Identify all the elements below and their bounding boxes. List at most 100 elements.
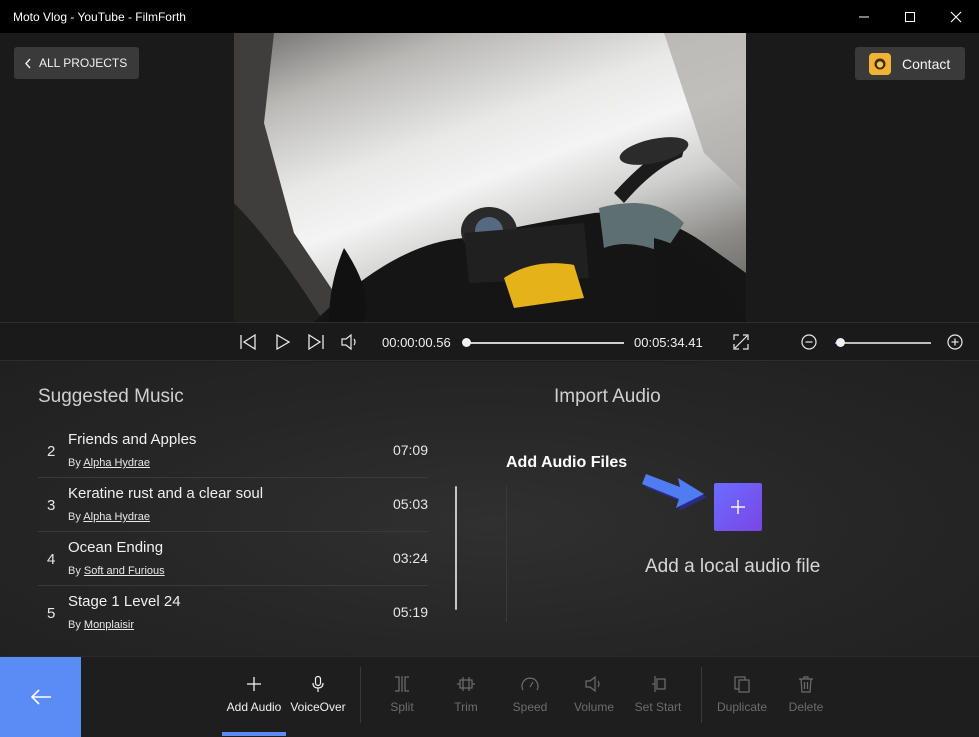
window-title: Moto Vlog - YouTube - FilmForth: [13, 9, 186, 24]
add-audio-files-callout: Add Audio Files: [506, 454, 628, 471]
contact-label: Contact: [902, 55, 951, 72]
split-label: Split: [390, 700, 414, 714]
volume-label: Volume: [573, 700, 615, 714]
track-number: 5: [47, 605, 56, 622]
add-local-audio-button[interactable]: [714, 483, 762, 531]
voiceover-button[interactable]: VoiceOver: [286, 675, 350, 714]
playback-controls: 00:00:00.56 00:05:34.41: [0, 322, 979, 361]
track-number: 3: [47, 497, 56, 514]
minimize-icon: [859, 16, 869, 17]
close-button[interactable]: [933, 0, 979, 33]
set-start-button[interactable]: Set Start: [626, 675, 690, 714]
volume-tool-button[interactable]: Volume: [562, 675, 626, 714]
volume-icon: [585, 675, 600, 693]
duplicate-label: Duplicate: [716, 700, 768, 714]
play-icon: [276, 333, 291, 351]
artist-link[interactable]: Soft and Furious: [84, 565, 165, 577]
seek-bar[interactable]: [466, 342, 624, 344]
track-artist-line: By Soft and Furious: [68, 565, 165, 577]
all-projects-button[interactable]: ALL PROJECTS: [14, 47, 140, 79]
active-tool-indicator: [222, 732, 286, 736]
skip-end-button[interactable]: [306, 332, 326, 352]
trash-icon: [799, 676, 813, 693]
delete-label: Delete: [788, 700, 824, 714]
music-track-item[interactable]: 2 Friends and Apples By Alpha Hydrae 07:…: [38, 424, 428, 478]
track-name: Friends and Apples: [68, 431, 197, 448]
duplicate-button[interactable]: Duplicate: [710, 675, 774, 714]
zoom-out-button[interactable]: [799, 332, 819, 352]
skip-end-icon: [308, 333, 324, 351]
duplicate-icon: [734, 676, 750, 693]
track-artist-line: By Alpha Hydrae: [68, 457, 150, 469]
skip-start-icon: [240, 333, 256, 351]
play-button[interactable]: [273, 332, 293, 352]
trim-label: Trim: [454, 700, 478, 714]
track-duration: 05:19: [392, 604, 428, 620]
close-icon: [950, 11, 962, 22]
contact-avatar-icon: [869, 52, 891, 75]
microphone-icon: [312, 675, 324, 692]
toolbar-separator: [701, 667, 702, 723]
split-icon: [395, 676, 409, 692]
set-start-icon: [652, 676, 666, 692]
current-time: 00:00:00.56: [382, 335, 451, 350]
skip-start-button[interactable]: [238, 332, 258, 352]
plus-icon: [731, 500, 745, 514]
music-track-item[interactable]: 4 Ocean Ending By Soft and Furious 03:24: [38, 532, 428, 586]
video-preview[interactable]: [234, 33, 746, 322]
add-audio-label: Add Audio: [226, 700, 282, 714]
speed-button[interactable]: Speed: [498, 675, 562, 714]
music-track-item[interactable]: 3 Keratine rust and a clear soul By Alph…: [38, 478, 428, 532]
track-name: Ocean Ending: [68, 539, 164, 556]
track-artist-line: By Alpha Hydrae: [68, 511, 150, 523]
contact-button[interactable]: Contact: [855, 47, 965, 80]
minimize-button[interactable]: [841, 0, 887, 33]
zoom-slider-handle[interactable]: [835, 338, 845, 347]
fullscreen-button[interactable]: [731, 332, 751, 352]
voiceover-label: VoiceOver: [290, 700, 346, 714]
split-button[interactable]: Split: [370, 675, 434, 714]
maximize-button[interactable]: [887, 0, 933, 33]
artist-link[interactable]: Monplaisir: [84, 619, 134, 631]
set-start-label: Set Start: [634, 700, 682, 714]
track-duration: 07:09: [392, 442, 428, 458]
zoom-slider[interactable]: [835, 342, 931, 344]
zoom-out-icon: [801, 334, 817, 350]
artist-link[interactable]: Alpha Hydrae: [83, 457, 150, 469]
artist-link[interactable]: Alpha Hydrae: [83, 511, 150, 523]
music-list-scrollbar[interactable]: [455, 486, 457, 610]
callout-arrow-icon: [642, 474, 707, 511]
track-duration: 03:24: [392, 550, 428, 566]
audio-panel: Suggested Music Import Audio 2 Friends a…: [0, 362, 979, 656]
trim-button[interactable]: Trim: [434, 675, 498, 714]
by-prefix: By: [68, 619, 81, 631]
seek-handle[interactable]: [462, 338, 471, 347]
volume-button[interactable]: [340, 332, 360, 352]
zoom-in-button[interactable]: [945, 332, 965, 352]
track-number: 2: [47, 443, 56, 460]
maximize-icon: [905, 11, 915, 22]
trim-icon: [457, 677, 475, 691]
preview-area: ALL PROJECTS Contact: [0, 33, 979, 322]
plus-icon: [247, 677, 261, 691]
toolbar-separator: [360, 667, 361, 723]
arrow-left-icon: [30, 689, 51, 705]
track-duration: 05:03: [392, 496, 428, 512]
by-prefix: By: [68, 457, 81, 469]
back-button[interactable]: [0, 657, 81, 737]
bottom-toolbar: Add Audio VoiceOver Split Trim Speed Vol…: [0, 656, 979, 737]
delete-button[interactable]: Delete: [774, 675, 838, 714]
total-time: 00:05:34.41: [634, 335, 703, 350]
track-number: 4: [47, 551, 56, 568]
by-prefix: By: [68, 511, 81, 523]
track-name: Stage 1 Level 24: [68, 593, 181, 610]
volume-icon: [341, 333, 356, 351]
add-audio-button[interactable]: Add Audio: [222, 675, 286, 714]
chevron-left-icon: [25, 58, 31, 68]
panel-divider: [506, 486, 507, 622]
zoom-in-icon: [947, 334, 963, 350]
import-audio-title: Import Audio: [554, 386, 661, 407]
music-track-item[interactable]: 5 Stage 1 Level 24 By Monplaisir 05:19: [38, 586, 428, 640]
suggested-music-title: Suggested Music: [38, 386, 184, 407]
add-local-audio-label[interactable]: Add a local audio file: [645, 556, 820, 578]
